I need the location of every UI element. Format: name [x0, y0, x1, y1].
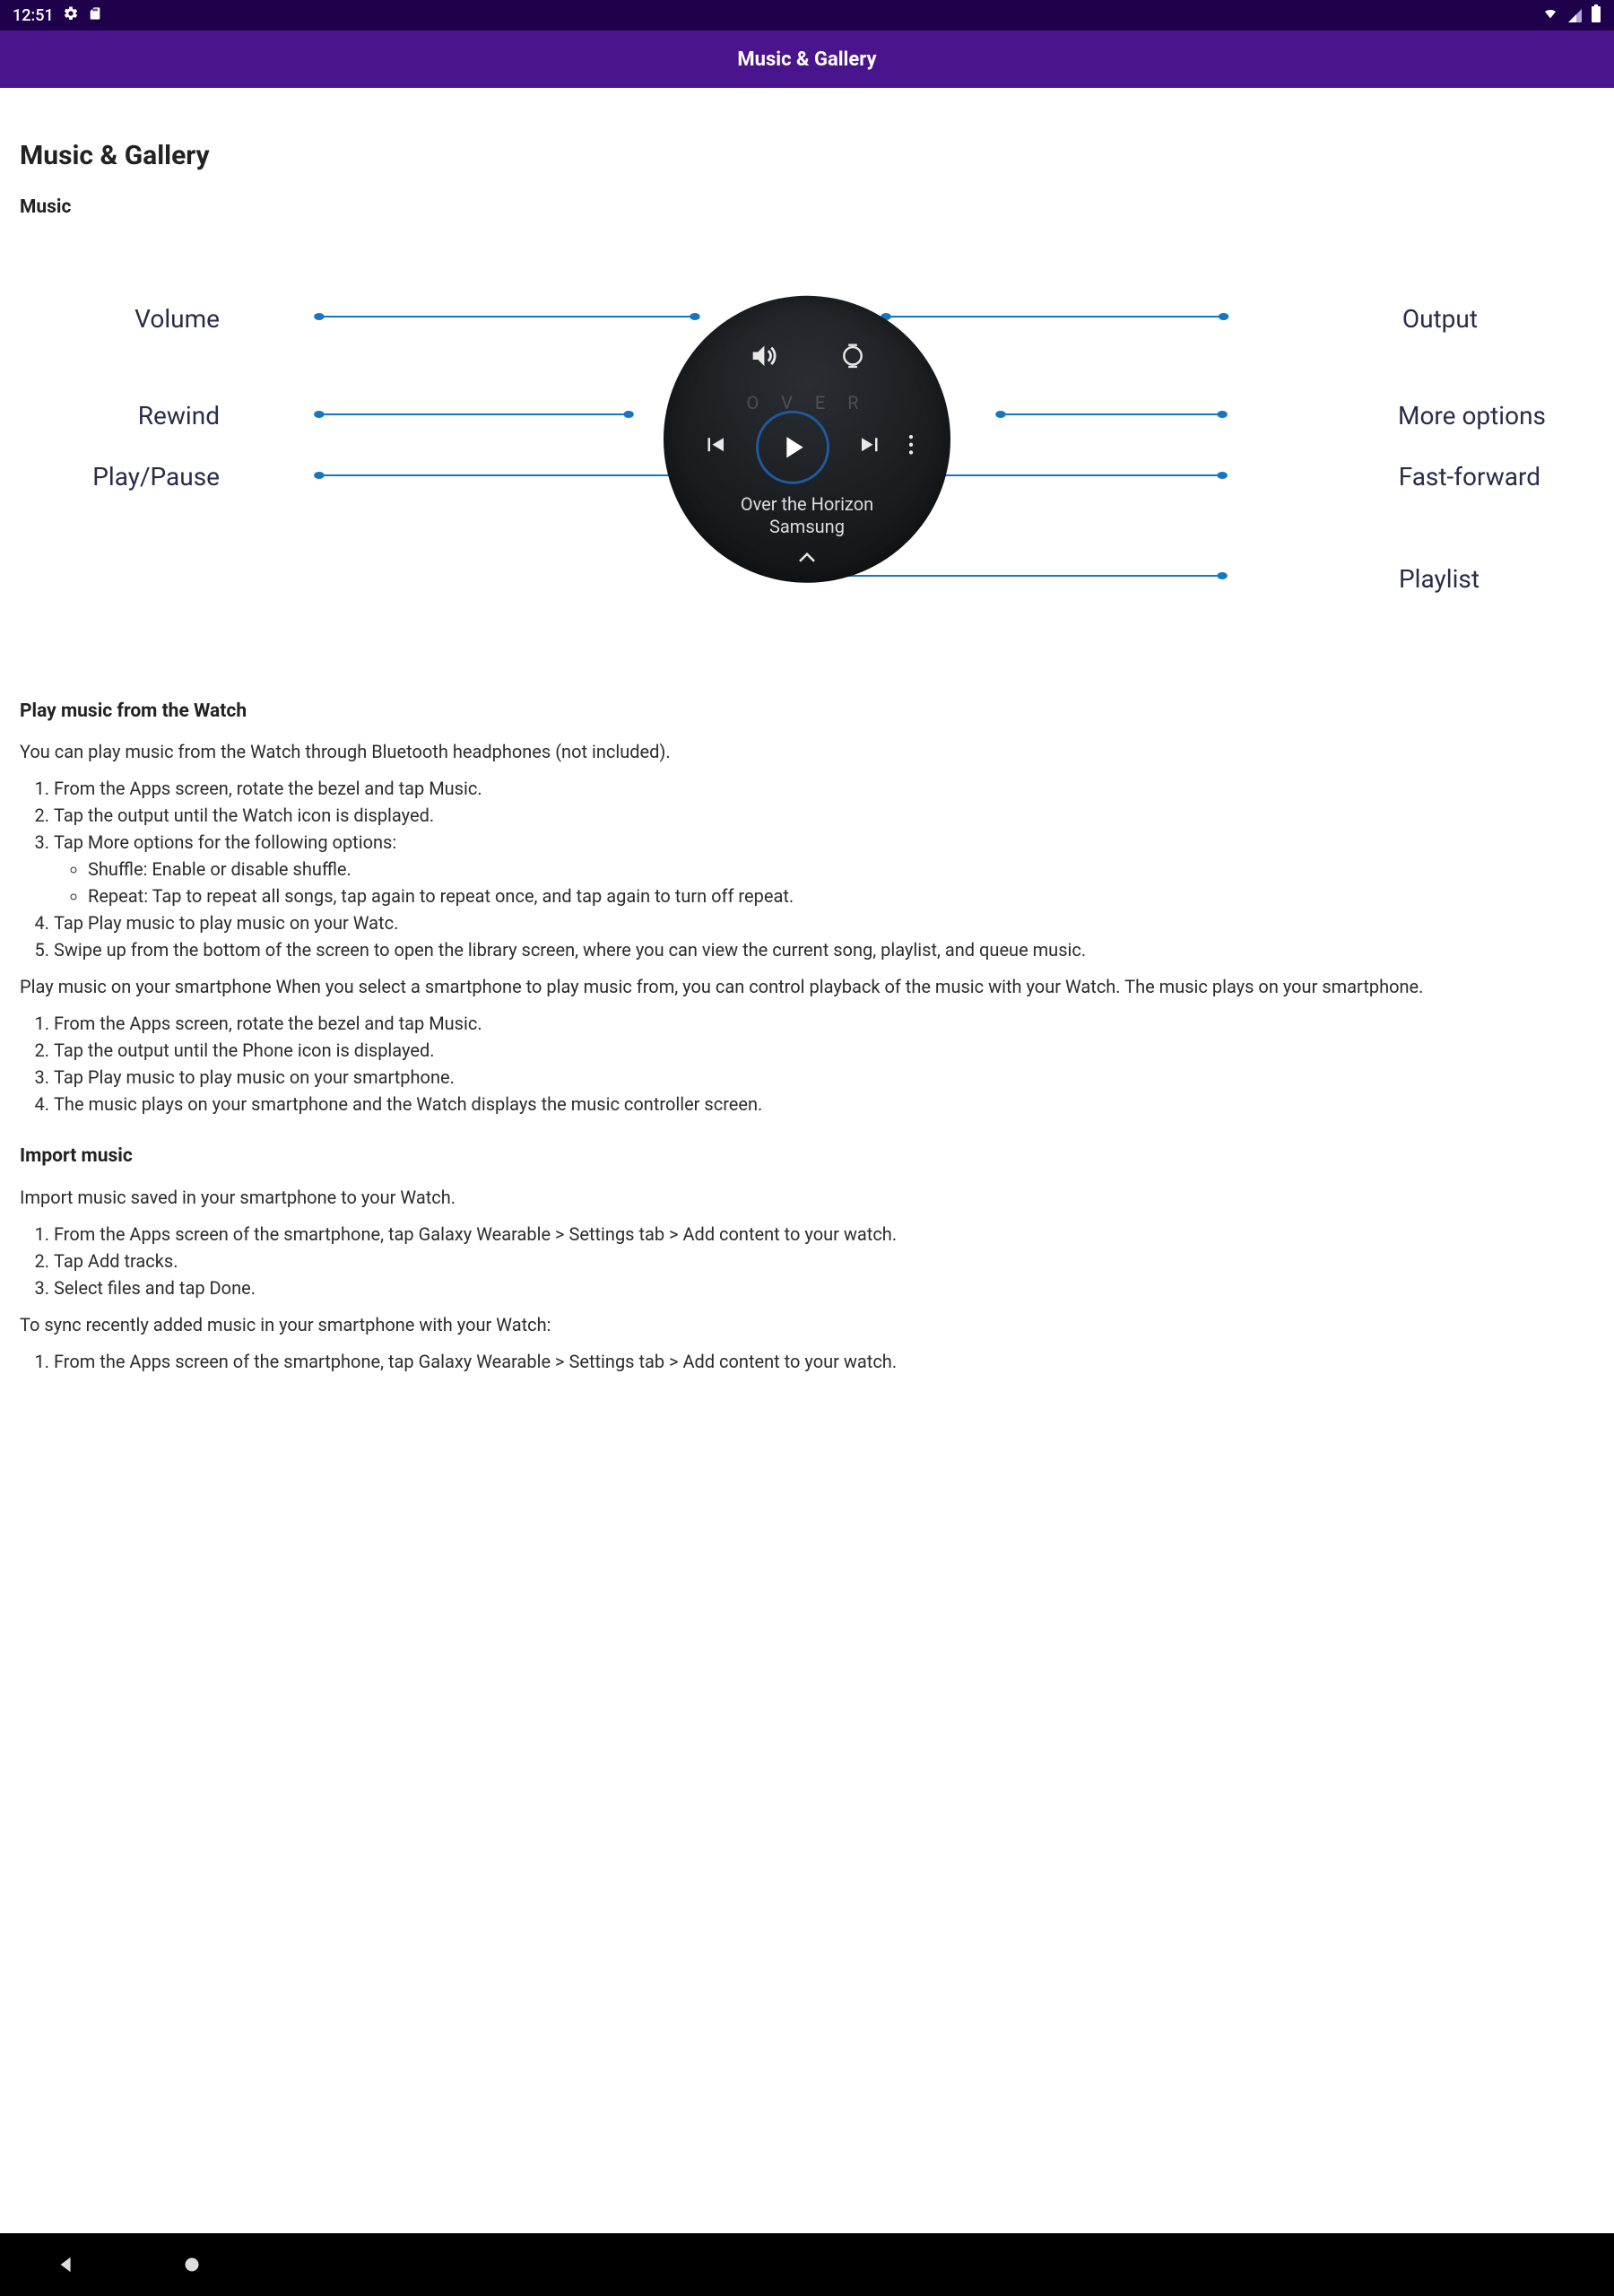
more-options-icon [907, 433, 915, 462]
list-play-from-watch: From the Apps screen, rotate the bezel a… [54, 777, 1594, 962]
label-more-options: More options [1398, 399, 1546, 433]
list-item: Swipe up from the bottom of the screen t… [54, 938, 1594, 962]
output-watch-icon [839, 341, 866, 377]
app-bar: Music & Gallery [0, 30, 1614, 88]
para-sync-music: To sync recently added music in your sma… [20, 1313, 1594, 1337]
list-item: Select files and tap Done. [54, 1276, 1594, 1300]
label-volume: Volume [78, 302, 220, 336]
label-play-pause: Play/Pause [34, 460, 220, 494]
page-title: Music & Gallery [20, 138, 1594, 175]
list-item: Tap Add tracks. [54, 1249, 1594, 1274]
chevron-up-icon [664, 549, 950, 569]
home-button[interactable] [174, 2247, 210, 2283]
android-nav-bar [0, 2233, 1614, 2296]
page-content[interactable]: Music & Gallery Music [0, 88, 1614, 2233]
list-item: Repeat: Tap to repeat all songs, tap aga… [88, 884, 1594, 909]
list-item: Tap the output until the Watch icon is d… [54, 804, 1594, 828]
list-item: From the Apps screen, rotate the bezel a… [54, 1012, 1594, 1036]
label-output: Output [1402, 302, 1478, 336]
back-button[interactable] [48, 2247, 84, 2283]
status-time: 12:51 [13, 6, 54, 25]
play-pause-icon [756, 411, 829, 484]
fast-forward-icon [855, 431, 887, 464]
list-item: From the Apps screen of the smartphone, … [54, 1350, 1594, 1374]
battery-icon [1591, 4, 1601, 27]
volume-icon [748, 341, 778, 377]
list-item: From the Apps screen of the smartphone, … [54, 1222, 1594, 1247]
sublist-more-options: Shuffle: Enable or disable shuffle. Repe… [88, 857, 1594, 909]
app-bar-title: Music & Gallery [737, 48, 876, 71]
watch-music-diagram: Volume Rewind Play/Pause Output More opt… [20, 241, 1594, 672]
para-play-from-phone: Play music on your smartphone When you s… [20, 975, 1594, 999]
song-artist: Samsung [664, 516, 950, 538]
heading-play-from-watch: Play music from the Watch [20, 699, 1594, 724]
list-item: From the Apps screen, rotate the bezel a… [54, 777, 1594, 801]
label-playlist: Playlist [1399, 562, 1480, 596]
gear-icon [63, 5, 79, 26]
list-item: Tap the output until the Phone icon is d… [54, 1039, 1594, 1063]
list-item-text: Tap More options for the following optio… [54, 831, 396, 853]
list-item: Tap Play music to play music on your sma… [54, 1065, 1594, 1090]
cell-signal-icon [1568, 9, 1582, 22]
list-item: Tap More options for the following optio… [54, 831, 1594, 909]
song-title: Over the Horizon [664, 493, 950, 516]
watch-face: O V E R Over the Horizon Samsung [664, 296, 950, 583]
para-import-music: Import music saved in your smartphone to… [20, 1186, 1594, 1210]
list-play-from-phone: From the Apps screen, rotate the bezel a… [54, 1012, 1594, 1117]
para-play-from-watch: You can play music from the Watch throug… [20, 740, 1594, 764]
list-item: The music plays on your smartphone and t… [54, 1092, 1594, 1117]
android-status-bar: 12:51 [0, 0, 1614, 30]
section-music-heading: Music [20, 195, 1594, 220]
label-rewind: Rewind [78, 399, 220, 433]
sd-card-icon [88, 5, 102, 26]
wifi-icon [1541, 6, 1559, 25]
list-item: Shuffle: Enable or disable shuffle. [88, 857, 1594, 882]
list-import-music: From the Apps screen of the smartphone, … [54, 1222, 1594, 1300]
rewind-icon [699, 431, 731, 464]
heading-import-music: Import music [20, 1144, 1594, 1169]
list-sync-music: From the Apps screen of the smartphone, … [54, 1350, 1594, 1374]
list-item: Tap Play music to play music on your Wat… [54, 911, 1594, 935]
label-fast-forward: Fast-forward [1399, 460, 1540, 494]
